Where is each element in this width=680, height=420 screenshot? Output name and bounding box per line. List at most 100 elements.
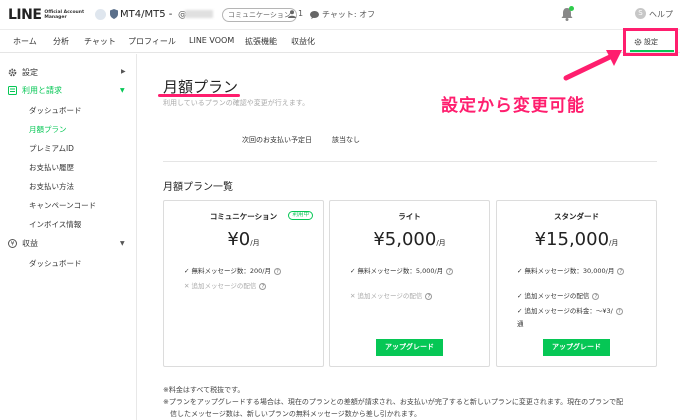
info-icon[interactable]: ? xyxy=(617,267,625,275)
info-icon[interactable]: ? xyxy=(446,267,454,275)
feature-text: 追加メッセージの配信 xyxy=(191,282,257,290)
plan-feature: ✕ 追加メッセージの配信? xyxy=(350,290,433,300)
account-name[interactable]: MT4/MT5 - xyxy=(120,9,172,20)
next-payment-value: 該当なし xyxy=(332,136,360,144)
feature-text: 追加メッセージの配信 xyxy=(357,292,423,300)
nav-chat[interactable]: チャット xyxy=(84,36,116,47)
nav-monetization[interactable]: 収益化 xyxy=(291,36,315,47)
sidebar-item-revenue[interactable]: 収益 xyxy=(22,238,38,249)
chevron-down-icon: ▼ xyxy=(120,240,125,247)
callout-text: 設定から変更可能 xyxy=(441,96,585,116)
sidebar-sub-invoice[interactable]: インボイス情報 xyxy=(29,219,81,230)
tab-settings[interactable]: 設定 xyxy=(634,37,658,47)
sidebar-sub-payment-history[interactable]: お支払い履歴 xyxy=(29,162,74,173)
page-description: 利用しているプランの確認や変更が行えます。 xyxy=(163,99,310,107)
sidebar-sub-revenue-dashboard[interactable]: ダッシュボード xyxy=(29,258,82,269)
user-avatar-icon[interactable]: S xyxy=(635,8,646,19)
nav-line-voom[interactable]: LINE VOOM xyxy=(189,36,234,45)
sidebar-sub-campaign-code[interactable]: キャンペーンコード xyxy=(29,200,96,211)
chat-status-label: チャット: オフ xyxy=(322,10,376,19)
top-header: LINE Official Account Manager MT4/MT5 - … xyxy=(0,0,680,30)
gear-icon xyxy=(8,68,17,77)
cross-icon: ✕ xyxy=(184,282,192,290)
plans-section-title: 月額プラン一覧 xyxy=(163,182,233,193)
info-icon[interactable]: ? xyxy=(615,307,623,315)
plan-feature: ✓ 追加メッセージの料金：～¥3/? xyxy=(517,305,623,315)
help-link[interactable]: ヘルプ xyxy=(649,9,673,20)
plan-price: ¥15,000/月 xyxy=(497,229,656,250)
nav-extensions[interactable]: 拡張機能 xyxy=(245,36,277,47)
feature-text: 無料メッセージ数：200/月 xyxy=(191,267,271,275)
sidebar: 設定 ▶ 利用と請求 ▼ ダッシュボード 月額プラン プレミアムID お支払い履… xyxy=(0,54,137,420)
plan-feature: ✓ 無料メッセージ数：200/月? xyxy=(184,265,281,275)
info-icon[interactable]: ? xyxy=(273,267,281,275)
nav-profile[interactable]: プロフィール xyxy=(128,36,176,47)
note-line: ※料金はすべて税抜です。 xyxy=(163,386,245,394)
upgrade-button-standard[interactable]: アップグレード xyxy=(543,339,610,356)
person-icon xyxy=(288,9,296,18)
plan-card-light: ライト ¥5,000/月 ✓ 無料メッセージ数：5,000/月? ✕ 追加メッセ… xyxy=(329,200,490,367)
friends-count-value: 1 xyxy=(298,9,304,18)
friends-count: 1 xyxy=(288,9,303,18)
info-icon[interactable]: ? xyxy=(592,292,600,300)
tab-settings-label: 設定 xyxy=(644,38,658,46)
coin-icon: ¥ xyxy=(8,239,17,248)
check-icon: ✓ xyxy=(517,267,525,275)
feature-text: 無料メッセージ数：5,000/月 xyxy=(357,267,444,275)
title-pink-underline xyxy=(158,94,240,97)
billing-icon xyxy=(8,86,17,95)
pink-arrow-icon xyxy=(563,50,622,81)
line-oam-logo[interactable]: LINE Official Account Manager xyxy=(8,7,90,23)
chevron-down-icon: ▼ xyxy=(120,87,125,94)
feature-text: 無料メッセージ数：30,000/月 xyxy=(524,267,615,275)
plan-price-unit: /月 xyxy=(436,239,446,247)
next-payment-label: 次回のお支払い予定日 xyxy=(242,136,312,144)
gear-icon xyxy=(634,38,642,46)
plan-price-unit: /月 xyxy=(609,239,619,247)
current-plan-badge: 利用中 xyxy=(288,211,313,220)
plan-price-value: ¥0 xyxy=(227,229,251,250)
sidebar-item-settings[interactable]: 設定 xyxy=(22,67,38,78)
note-line: ※プランをアップグレードする場合は、現在のプランとの差額が請求され、お支払いが完… xyxy=(163,398,624,406)
feature-text: 追加メッセージの配信 xyxy=(524,292,590,300)
plan-name: ライト xyxy=(398,212,421,221)
verified-shield-icon xyxy=(110,9,118,19)
info-icon[interactable]: ? xyxy=(425,292,433,300)
nav-home[interactable]: ホーム xyxy=(13,36,37,47)
check-icon: ✓ xyxy=(517,307,525,315)
active-tab-underline xyxy=(630,50,674,52)
check-icon: ✓ xyxy=(517,292,525,300)
cross-icon: ✕ xyxy=(350,292,358,300)
sidebar-sub-monthly-plan[interactable]: 月額プラン xyxy=(29,124,67,135)
plan-badge: コミュニケーション xyxy=(222,8,297,22)
sidebar-sub-premium-id[interactable]: プレミアムID xyxy=(29,143,74,154)
plan-price: ¥0/月 xyxy=(164,229,323,250)
notification-dot xyxy=(569,6,574,11)
plan-card-standard: スタンダード ¥15,000/月 ✓ 無料メッセージ数：30,000/月? ✓ … xyxy=(496,200,657,367)
upgrade-button-light[interactable]: アップグレード xyxy=(376,339,443,356)
chat-status[interactable]: チャット: オフ xyxy=(310,9,375,20)
logo-text: LINE xyxy=(8,7,42,23)
chevron-right-icon: ▶ xyxy=(121,68,126,75)
info-icon[interactable]: ? xyxy=(259,282,267,290)
account-id-blurred xyxy=(185,10,213,18)
check-icon: ✓ xyxy=(350,267,358,275)
svg-text:¥: ¥ xyxy=(11,241,15,248)
sidebar-sub-dashboard[interactable]: ダッシュボード xyxy=(29,105,82,116)
note-line: 信したメッセージ数は、新しいプランの無料メッセージ数から差し引かれます。 xyxy=(163,410,422,418)
plan-price-unit: /月 xyxy=(250,239,260,247)
sidebar-item-billing[interactable]: 利用と請求 xyxy=(22,85,62,96)
divider xyxy=(163,161,657,162)
plan-card-communication: コミュニケーション 利用中 ¥0/月 ✓ 無料メッセージ数：200/月? ✕ 追… xyxy=(163,200,324,367)
account-avatar[interactable] xyxy=(95,9,106,20)
plan-feature: ✓ 無料メッセージ数：30,000/月? xyxy=(517,265,625,275)
plan-price: ¥5,000/月 xyxy=(330,229,489,250)
plan-feature: ✕ 追加メッセージの配信? xyxy=(184,280,267,290)
nav-analytics[interactable]: 分析 xyxy=(53,36,69,47)
plan-feature: ✓ 無料メッセージ数：5,000/月? xyxy=(350,265,454,275)
sidebar-sub-payment-method[interactable]: お支払い方法 xyxy=(29,181,74,192)
plan-feature-continued: 通 xyxy=(517,320,524,328)
chat-bubble-icon xyxy=(310,10,319,19)
check-icon: ✓ xyxy=(184,267,192,275)
plan-name: スタンダード xyxy=(554,212,599,221)
